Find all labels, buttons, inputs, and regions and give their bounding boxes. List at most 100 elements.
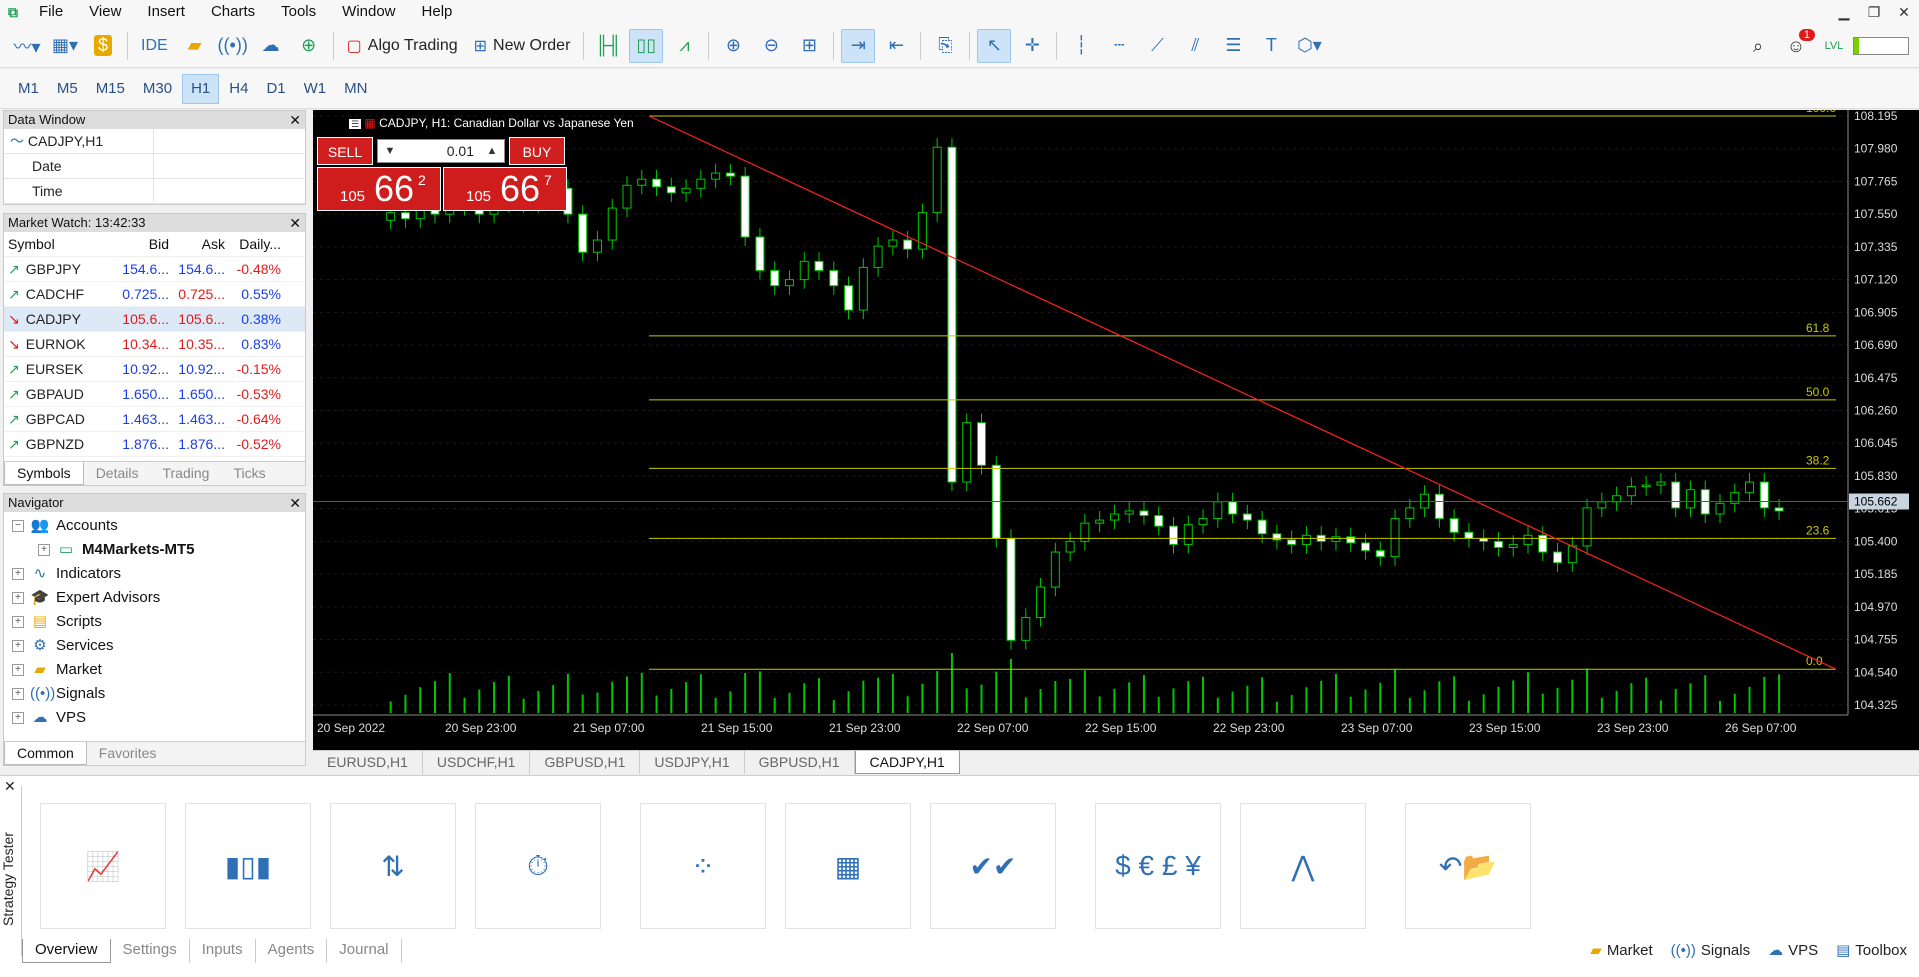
timeframe-m30[interactable]: M30 [135,74,180,104]
signals-icon[interactable]: ((•)) [216,29,250,63]
tab-details[interactable]: Details [84,462,151,485]
chart-tab[interactable]: GBPUSD,H1 [745,751,855,774]
tab-ticks[interactable]: Ticks [221,462,277,485]
chart-template-icon[interactable]: ▦▾ [48,29,82,63]
tab-inputs[interactable]: Inputs [190,939,256,963]
autoscroll-icon[interactable]: ⇥ [841,28,876,63]
algo-trading-button[interactable]: ▢ Algo Trading [341,29,464,63]
line-chart-icon[interactable]: 〰▾ [10,29,44,63]
menu-view[interactable]: View [76,0,134,24]
market-bag-icon[interactable]: ▰ [178,29,212,63]
chart-menu-icon[interactable]: ☰ [349,119,362,129]
price-chart[interactable]: 108.195 107.980 107.765 107.550 107.335 107.1… [313,110,1919,755]
cursor-icon[interactable]: ↖ [977,28,1012,63]
navigator-item-indicators[interactable]: + ∿ Indicators [4,562,305,586]
expand-icon[interactable]: + [12,640,24,652]
crosshair-icon[interactable]: ✛ [1015,29,1049,63]
chart-tab[interactable]: USDCHF,H1 [423,751,531,774]
timeframe-h4[interactable]: H4 [221,74,256,104]
table-row[interactable]: ↗ GBPJPY 154.6... 154.6... -0.48% [4,257,305,282]
timeframe-w1[interactable]: W1 [296,74,335,104]
status-signals[interactable]: ((•)) Signals [1671,941,1750,959]
navigator-item-m4markets-mt5[interactable]: + ▭ M4Markets-MT5 [4,538,305,562]
navigator-item-scripts[interactable]: + ▤ Scripts [4,610,305,634]
open-file-icon[interactable]: ↶📂 [1405,803,1531,929]
chart-tab[interactable]: USDJPY,H1 [640,751,745,774]
timeframe-d1[interactable]: D1 [258,74,293,104]
close-icon[interactable]: ✕ [1889,0,1919,24]
tab-overview[interactable]: Overview [22,939,111,963]
timeframe-mn[interactable]: MN [336,74,375,104]
new-order-button[interactable]: ⊞ New Order [468,29,577,63]
column-ask[interactable]: Ask [171,232,227,256]
candlestick-icon[interactable]: ▯▯ [629,28,664,63]
menu-charts[interactable]: Charts [198,0,268,24]
navigator-item-services[interactable]: + ⚙ Services [4,634,305,658]
grid-optimization-icon[interactable]: ▦ [785,803,911,929]
expand-icon[interactable]: + [12,568,24,580]
dollar-icon[interactable]: $ [86,29,120,63]
chart-shift-icon[interactable]: ⇤ [879,29,913,63]
table-row[interactable]: ↗ GBPAUD 1.650... 1.650... -0.53% [4,382,305,407]
table-row[interactable]: ↘ EURNOK 10.34... 10.35... 0.83% [4,332,305,357]
tab-common[interactable]: Common [4,742,87,765]
column-symbol[interactable]: Symbol [4,232,115,256]
expand-icon[interactable]: + [12,616,24,628]
menu-help[interactable]: Help [409,0,466,24]
vps-cloud-icon[interactable]: ☁ [254,29,288,63]
status-toolbox[interactable]: ▤ Toolbox [1836,941,1907,960]
restore-icon[interactable]: ❐ [1859,0,1889,24]
collapse-icon[interactable]: − [12,520,24,532]
tab-trading[interactable]: Trading [150,462,221,485]
tab-journal[interactable]: Journal [327,939,402,963]
screenshot-icon[interactable]: ⎘ [928,29,962,63]
forward-test-icon[interactable]: ✔✔ [930,803,1056,929]
navigator-item-expert-advisors[interactable]: + 🎓 Expert Advisors [4,586,305,610]
text-icon[interactable]: T [1254,29,1288,63]
ide-button[interactable]: IDE [135,29,174,63]
expand-icon[interactable]: + [12,592,24,604]
table-row[interactable]: ↗ CADCHF 0.725... 0.725... 0.55% [4,282,305,307]
community-icon[interactable]: ⊕ [292,29,326,63]
timed-test-icon[interactable]: ⏱ [475,803,601,929]
close-icon[interactable]: ✕ [289,214,301,232]
chevron-up-icon[interactable]: ▲ [480,145,504,157]
search-icon[interactable]: ⌕ [1741,29,1775,63]
timeframe-m15[interactable]: M15 [88,74,133,104]
tab-agents[interactable]: Agents [256,939,328,963]
buy-price-box[interactable]: 105 66 7 [443,167,567,211]
timeframe-m5[interactable]: M5 [49,74,86,104]
notifications-icon[interactable]: ☺ 1 [1779,29,1815,63]
tab-symbols[interactable]: Symbols [4,462,84,485]
trend-line[interactable] [648,115,1837,670]
menu-tools[interactable]: Tools [268,0,329,24]
vertical-line-icon[interactable]: ┆ [1064,29,1098,63]
navigator-item-accounts[interactable]: − 👥 Accounts [4,514,305,538]
chart-tab[interactable]: CADJPY,H1 [854,751,960,774]
timeframe-h1[interactable]: H1 [182,73,220,104]
tab-settings[interactable]: Settings [111,939,190,963]
expand-icon[interactable]: + [12,712,24,724]
status-vps[interactable]: ☁ VPS [1768,941,1818,960]
chevron-down-icon[interactable]: ▼ [378,145,402,157]
expand-icon[interactable]: + [12,688,24,700]
status-market[interactable]: ▰ Market [1590,941,1652,960]
trade-arrows-icon[interactable]: ⇅ [330,803,456,929]
close-icon[interactable]: ✕ [289,494,301,512]
navigator-item-signals[interactable]: + ((•)) Signals [4,682,305,706]
table-row[interactable]: ↘ CADJPY 105.6... 105.6... 0.38% [4,307,305,332]
fibonacci-icon[interactable]: ☰ [1216,29,1250,63]
close-icon[interactable]: ✕ [289,111,301,129]
sell-button[interactable]: SELL [317,137,373,165]
expand-icon[interactable]: + [12,664,24,676]
trendline-icon[interactable]: ⟋ [1140,29,1174,63]
table-row[interactable]: ↗ GBPCAD 1.463... 1.463... -0.64% [4,407,305,432]
line-mode-icon[interactable]: ⩘ [667,29,701,63]
currency-pairs-icon[interactable]: $ € £ ¥ [1095,803,1221,929]
menu-insert[interactable]: Insert [134,0,198,24]
volume-stepper[interactable]: ▼ 0.01 ▲ [377,139,505,163]
minimize-icon[interactable]: ▁ [1829,0,1859,24]
shapes-icon[interactable]: ⬡▾ [1292,29,1326,63]
distribution-icon[interactable]: ⋀ [1240,803,1366,929]
tab-favorites[interactable]: Favorites [87,742,169,765]
